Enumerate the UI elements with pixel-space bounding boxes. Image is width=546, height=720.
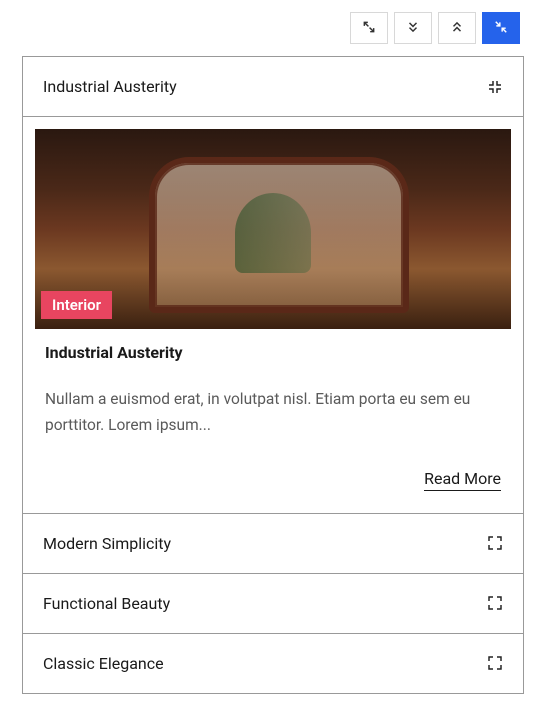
- scroll-down-button[interactable]: [394, 12, 432, 44]
- accordion-item-title: Functional Beauty: [43, 594, 170, 613]
- collapse-all-button[interactable]: [482, 12, 520, 44]
- collapse-fullscreen-icon: [494, 20, 508, 37]
- category-badge[interactable]: Interior: [41, 291, 112, 319]
- accordion-widget-container: Industrial Austerity Interior Industrial…: [0, 0, 546, 706]
- accordion-item-title: Modern Simplicity: [43, 534, 171, 553]
- accordion: Industrial Austerity Interior Industrial…: [22, 56, 524, 694]
- accordion-header[interactable]: Industrial Austerity: [23, 57, 523, 116]
- accordion-body: Interior Industrial Austerity Nullam a e…: [23, 116, 523, 513]
- read-more-link[interactable]: Read More: [424, 469, 501, 491]
- scroll-up-button[interactable]: [438, 12, 476, 44]
- accordion-item: Functional Beauty: [23, 574, 523, 634]
- card-title: Industrial Austerity: [45, 343, 501, 362]
- accordion-item-title: Industrial Austerity: [43, 77, 177, 96]
- expand-all-button[interactable]: [350, 12, 388, 44]
- card-readmore-row: Read More: [45, 469, 501, 491]
- accordion-header[interactable]: Modern Simplicity: [23, 514, 523, 573]
- expand-icon: [487, 535, 503, 551]
- expand-fullscreen-icon: [362, 20, 376, 37]
- card-image: Interior: [35, 129, 511, 329]
- accordion-item-title: Classic Elegance: [43, 654, 164, 673]
- accordion-item: Industrial Austerity Interior Industrial…: [23, 57, 523, 514]
- chevron-double-up-icon: [450, 20, 464, 37]
- expand-icon: [487, 655, 503, 671]
- card-excerpt: Nullam a euismod erat, in volutpat nisl.…: [45, 386, 501, 439]
- accordion-header[interactable]: Functional Beauty: [23, 574, 523, 633]
- accordion-item: Modern Simplicity: [23, 514, 523, 574]
- accordion-header[interactable]: Classic Elegance: [23, 634, 523, 693]
- collapse-icon: [487, 79, 503, 95]
- expand-icon: [487, 595, 503, 611]
- card-content: Industrial Austerity Nullam a euismod er…: [35, 329, 511, 501]
- accordion-toolbar: [22, 12, 524, 44]
- chevron-double-down-icon: [406, 20, 420, 37]
- accordion-item: Classic Elegance: [23, 634, 523, 693]
